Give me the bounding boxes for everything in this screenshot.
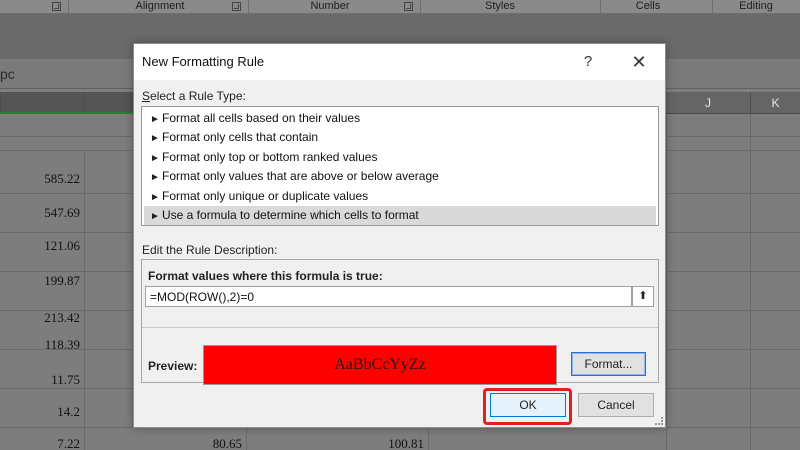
arrow-icon: ► xyxy=(150,210,160,222)
group-styles: Styles xyxy=(485,0,515,12)
cell-value[interactable]: 213.42 xyxy=(0,304,82,332)
formula-input[interactable] xyxy=(145,286,632,307)
rule-type-item[interactable]: ► Format only unique or duplicate values xyxy=(144,187,656,206)
gridline xyxy=(666,114,667,450)
gridline xyxy=(84,150,85,450)
rule-type-item-label: Format all cells based on their values xyxy=(162,111,361,125)
rule-type-item[interactable]: ► Format only cells that contain xyxy=(144,128,656,147)
help-icon[interactable]: ? xyxy=(574,50,602,74)
cell-value[interactable]: 11.75 xyxy=(0,366,82,394)
group-number: Number xyxy=(310,0,350,12)
group-editing: Editing xyxy=(739,0,773,12)
arrow-icon: ► xyxy=(150,114,160,125)
cell-value[interactable]: 121.06 xyxy=(0,232,82,260)
dialog-title: New Formatting Rule xyxy=(142,54,265,69)
column-header[interactable] xyxy=(0,92,84,114)
dialog-launcher-icon[interactable] xyxy=(52,2,61,11)
rule-type-label-rest: elect a Rule Type: xyxy=(150,89,246,103)
preview-sample: AaBbCcYyZz xyxy=(203,345,557,385)
ribbon-group-labels: Alignment Number Styles Cells Editing xyxy=(0,0,800,14)
rule-type-item-label: Format only unique or duplicate values xyxy=(162,188,369,203)
collapse-dialog-icon[interactable]: ⬆ xyxy=(632,286,654,307)
arrow-icon: ► xyxy=(150,152,160,164)
group-alignment: Alignment xyxy=(135,0,185,12)
cell-value[interactable]: 199.87 xyxy=(0,267,82,295)
column-header-k[interactable]: K xyxy=(750,92,800,114)
rule-type-list[interactable]: ► Format all cells based on their values … xyxy=(141,106,659,226)
dialog-launcher-icon[interactable] xyxy=(232,2,241,11)
cell-value[interactable]: 547.69 xyxy=(0,199,82,227)
group-cells: Cells xyxy=(635,0,661,12)
dialog-launcher-icon[interactable] xyxy=(404,2,413,11)
rule-type-item-label: Format only cells that contain xyxy=(162,130,319,145)
cell-value[interactable]: 14.2 xyxy=(0,398,82,426)
new-formatting-rule-dialog: New Formatting Rule ? ✕ Select a Rule Ty… xyxy=(133,43,666,428)
rule-type-item-label: Format only values that are above or bel… xyxy=(162,169,439,184)
divider xyxy=(142,327,658,328)
arrow-icon: ► xyxy=(150,133,160,145)
group-divider xyxy=(68,0,69,13)
cell-value[interactable]: 585.22 xyxy=(0,165,82,193)
dialog-title-bar[interactable]: New Formatting Rule ? ✕ xyxy=(134,44,665,80)
preview-text: AaBbCcYyZz xyxy=(334,356,426,373)
rule-description-panel: Format values where this formula is true… xyxy=(141,259,659,385)
formula-label: Format values where this formula is true… xyxy=(148,269,383,283)
gridline xyxy=(750,114,751,450)
cell-value[interactable]: 118.39 xyxy=(0,331,82,359)
rule-type-item-label: Format only top or bottom ranked values xyxy=(162,149,378,164)
rule-type-item-label: Use a formula to determine which cells t… xyxy=(162,207,419,222)
ok-highlight-annotation xyxy=(483,388,572,425)
format-button[interactable]: Format... xyxy=(571,352,646,376)
name-box[interactable]: pc xyxy=(0,66,15,82)
edit-description-label: Edit the Rule Description: xyxy=(142,243,278,257)
group-divider xyxy=(248,0,249,13)
preview-label: Preview: xyxy=(148,359,198,373)
close-icon[interactable]: ✕ xyxy=(624,50,654,74)
rule-type-item-selected[interactable]: ► Use a formula to determine which cells … xyxy=(144,205,656,226)
rule-type-item[interactable]: ► Format all cells based on their values xyxy=(144,109,656,128)
cell-value[interactable]: 7.22 xyxy=(0,430,82,450)
cell-value[interactable]: 80.65 xyxy=(160,430,244,450)
arrow-icon: ► xyxy=(150,172,160,184)
cell-value[interactable]: 100.81 xyxy=(330,430,426,450)
column-header[interactable] xyxy=(84,92,135,114)
rule-type-item[interactable]: ► Format only values that are above or be… xyxy=(144,167,656,186)
rule-type-item[interactable]: ► Format only top or bottom ranked values xyxy=(144,148,656,167)
column-header-j[interactable]: J xyxy=(666,92,750,114)
cancel-button[interactable]: Cancel xyxy=(578,393,654,417)
rule-type-label: Select a Rule Type: xyxy=(142,89,246,103)
resize-grip-icon[interactable] xyxy=(655,417,663,425)
arrow-icon: ► xyxy=(150,191,160,203)
